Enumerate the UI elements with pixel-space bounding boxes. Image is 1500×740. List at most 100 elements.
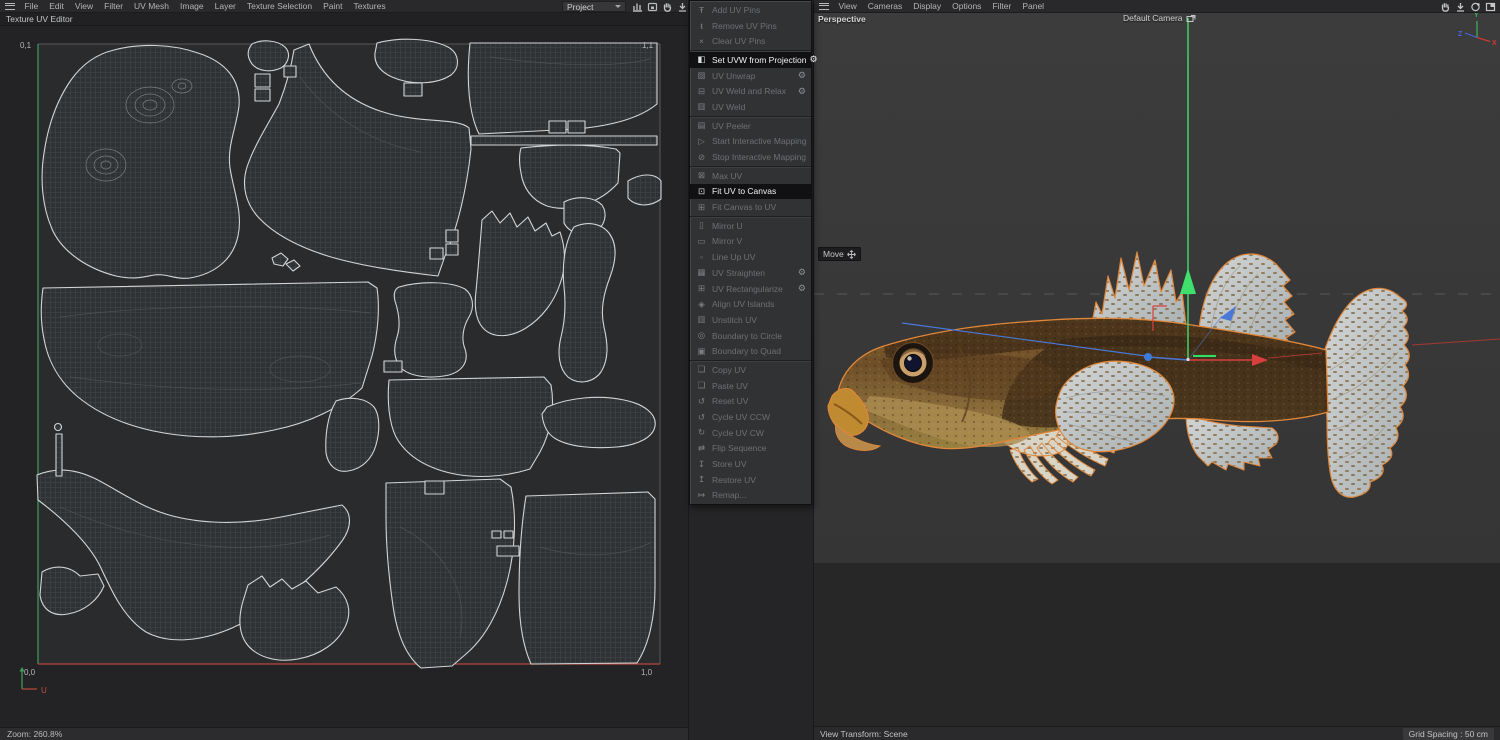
menu-item-label: Align UV Islands	[712, 299, 775, 310]
menu-item-uv-peeler[interactable]: ▤ UV Peeler	[690, 118, 811, 134]
dock-arrow-icon[interactable]	[676, 1, 688, 12]
menu-image[interactable]: Image	[175, 0, 210, 13]
menu-item-clear-uv-pins[interactable]: × Clear UV Pins	[690, 33, 811, 49]
menu-item-label: Fit Canvas to UV	[712, 202, 777, 213]
projection-label[interactable]: Perspective	[818, 14, 866, 24]
menu-item-uv-unwrap[interactable]: ▨ UV Unwrap ⚙	[690, 68, 811, 84]
menu-item-label: UV Weld	[712, 101, 746, 112]
uv-island[interactable]	[41, 44, 241, 279]
menu-item-start-interactive-mapping[interactable]: ▷ Start Interactive Mapping	[690, 134, 811, 150]
camera-label-text: Default Camera	[1123, 13, 1183, 23]
menu-texture-selection[interactable]: Texture Selection	[241, 0, 317, 13]
menu-item-fit-uv-to-canvas[interactable]: ⊡ Fit UV to Canvas	[690, 183, 811, 200]
menu-file[interactable]: File	[19, 0, 44, 13]
menu-item-label: Fit UV to Canvas	[712, 186, 777, 197]
uv-island[interactable]	[541, 396, 656, 449]
uv-menu-group: ▯ Mirror U ▭ Mirror V ▫ Line Up UV ▦ UV Straigh…	[690, 215, 811, 360]
lock-texture-icon[interactable]	[646, 1, 658, 12]
menu-view[interactable]: View	[833, 0, 862, 13]
fish-pectoral-fin[interactable]	[1055, 360, 1175, 453]
menu-paint[interactable]: Paint	[318, 0, 348, 13]
menu-item-cycle-uv-ccw[interactable]: ↺ Cycle UV CCW	[690, 409, 811, 425]
pan-hand-icon[interactable]	[1439, 1, 1451, 12]
menu-item-copy-uv[interactable]: ❏ Copy UV	[690, 362, 811, 378]
viewport-menubar: View Cameras Display Options Filter Panel	[814, 0, 1500, 13]
gizmo-center[interactable]	[1186, 357, 1190, 362]
rectangularize-icon: ⊞	[697, 283, 706, 294]
menu-item-uv-weld-and-relax[interactable]: ⊟ UV Weld and Relax ⚙	[690, 83, 811, 99]
gear-icon[interactable]: ⚙	[795, 283, 806, 294]
gizmo-y-arrow[interactable]	[1180, 268, 1196, 294]
menu-item-fit-canvas-to-uv[interactable]: ⊞ Fit Canvas to UV	[690, 199, 811, 215]
menu-item-boundary-to-quad[interactable]: ▣ Boundary to Quad	[690, 343, 811, 359]
menu-edit[interactable]: Edit	[44, 0, 70, 13]
menu-item-mirror-v[interactable]: ▭ Mirror V	[690, 234, 811, 250]
menu-item-cycle-uv-cw[interactable]: ↻ Cycle UV CW	[690, 425, 811, 441]
fish-tail-fin[interactable]	[1323, 287, 1410, 498]
menu-item-store-uv[interactable]: ↧ Store UV	[690, 456, 811, 472]
menu-panel[interactable]: Panel	[1017, 0, 1050, 13]
pan-hand-icon[interactable]	[661, 1, 673, 12]
boundary-circle-icon: ◎	[697, 330, 706, 341]
menu-item-mirror-u[interactable]: ▯ Mirror U	[690, 218, 811, 234]
maximize-icon[interactable]	[1484, 1, 1496, 12]
fish-model[interactable]	[827, 251, 1410, 498]
fish-anal-fin[interactable]	[1185, 413, 1279, 471]
menu-item-label: Paste UV	[712, 380, 748, 391]
menu-filter[interactable]: Filter	[987, 0, 1017, 13]
hamburger-icon[interactable]	[819, 2, 829, 10]
menu-item-label: UV Weld and Relax	[712, 86, 787, 97]
menu-uv-mesh[interactable]: UV Mesh	[129, 0, 175, 13]
menu-item-unstitch-uv[interactable]: ▥ Unstitch UV	[690, 312, 811, 328]
menu-item-stop-interactive-mapping[interactable]: ⊘ Stop Interactive Mapping	[690, 149, 811, 165]
viewport-3d[interactable]: Y Z X	[814, 13, 1500, 726]
orbit-icon[interactable]	[1469, 1, 1481, 12]
menu-item-align-uv-islands[interactable]: ◈ Align UV Islands	[690, 296, 811, 312]
menu-item-flip-sequence[interactable]: ⇄ Flip Sequence	[690, 441, 811, 457]
bodypaint-uv-edit-window: File Edit View Filter UV Mesh Image Layer Textu…	[0, 0, 1500, 740]
menu-item-boundary-to-circle[interactable]: ◎ Boundary to Circle	[690, 328, 811, 344]
menu-textures[interactable]: Textures	[348, 0, 391, 13]
menu-item-uv-straighten[interactable]: ▦ UV Straighten ⚙	[690, 265, 811, 281]
menu-filter[interactable]: Filter	[99, 0, 129, 13]
pin-remove-icon: ŧ	[700, 20, 703, 31]
menu-item-label: Stop Interactive Mapping	[712, 152, 807, 163]
uv-island[interactable]	[627, 174, 662, 206]
zoom-arrow-icon[interactable]	[1454, 1, 1466, 12]
histogram-icon[interactable]	[631, 1, 643, 12]
menu-item-remap[interactable]: ↦ Remap...	[690, 488, 811, 504]
menu-item-set-uvw-from-projection[interactable]: ◧ Set UVW from Projection ⚙	[690, 52, 818, 68]
uv-island[interactable]	[247, 40, 290, 72]
camera-label[interactable]: Default Camera	[1123, 13, 1196, 23]
menu-item-restore-uv[interactable]: ↥ Restore UV	[690, 472, 811, 488]
menu-layer[interactable]: Layer	[209, 0, 241, 13]
uv-island[interactable]	[393, 282, 474, 378]
uv-island[interactable]	[470, 135, 658, 146]
copy-icon: ❏	[697, 364, 706, 375]
menu-options[interactable]: Options	[947, 0, 987, 13]
camera-swap-icon[interactable]	[1186, 14, 1196, 23]
menu-item-line-up-uv[interactable]: ▫ Line Up UV	[690, 249, 811, 265]
menu-item-reset-uv[interactable]: ↺ Reset UV	[690, 394, 811, 410]
uv-menu-group: ▤ UV Peeler ▷ Start Interactive Mapping ⊘ Sto…	[690, 115, 811, 166]
gear-icon[interactable]: ⚙	[795, 70, 806, 81]
gear-icon[interactable]: ⚙	[795, 267, 806, 278]
menu-view[interactable]: View	[69, 0, 98, 13]
uv-island[interactable]	[518, 491, 656, 665]
menu-item-paste-uv[interactable]: ❑ Paste UV	[690, 378, 811, 394]
menu-item-uv-rectangularize[interactable]: ⊞ UV Rectangularize ⚙	[690, 281, 811, 297]
menu-item-add-uv-pins[interactable]: Ŧ Add UV Pins	[690, 2, 811, 18]
menu-item-remove-uv-pins[interactable]: ŧ Remove UV Pins	[690, 18, 811, 34]
menu-cameras[interactable]: Cameras	[862, 0, 907, 13]
gear-icon[interactable]: ⚙	[795, 86, 806, 97]
gizmo-z-handle[interactable]	[1144, 353, 1152, 361]
menu-item-label: Clear UV Pins	[712, 36, 766, 47]
store-icon: ↧	[697, 458, 706, 469]
project-dropdown[interactable]: Project	[562, 1, 626, 12]
hamburger-icon[interactable]	[5, 2, 15, 10]
menu-item-uv-weld[interactable]: ▥ UV Weld	[690, 99, 811, 115]
menu-item-max-uv[interactable]: ⊠ Max UV	[690, 168, 811, 184]
menu-display[interactable]: Display	[908, 0, 947, 13]
uv-canvas[interactable]: 0,1 1,1 0,0 1,0 U	[0, 13, 688, 714]
gear-icon[interactable]: ⚙	[806, 54, 817, 65]
